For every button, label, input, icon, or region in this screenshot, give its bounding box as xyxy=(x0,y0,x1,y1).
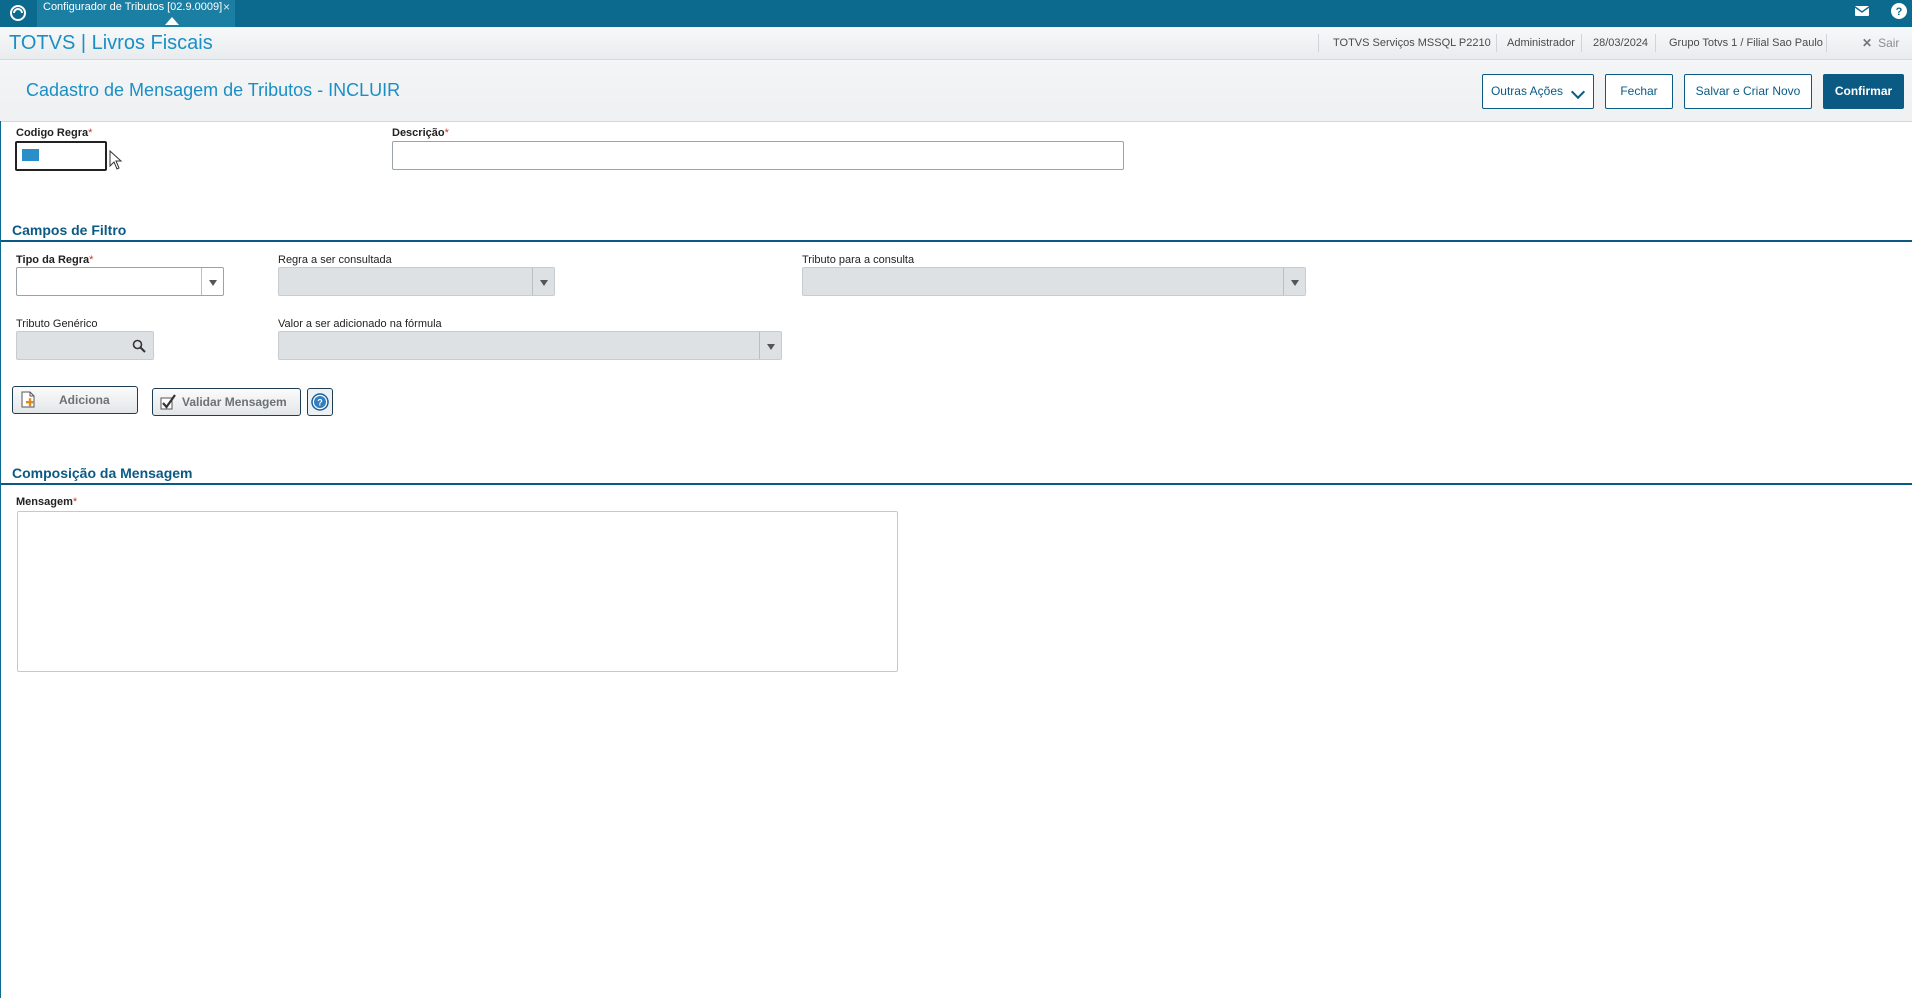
filter-section-title: Campos de Filtro xyxy=(12,222,127,238)
page-title: Cadastro de Mensagem de Tributos - INCLU… xyxy=(26,80,401,100)
chevron-down-icon[interactable] xyxy=(1283,268,1305,295)
check-icon xyxy=(160,394,176,410)
section-divider xyxy=(0,240,1912,242)
mail-icon[interactable] xyxy=(1854,3,1870,19)
required-mark: * xyxy=(89,254,94,266)
required-mark: * xyxy=(72,496,78,508)
logout-label: Sair xyxy=(1878,36,1900,50)
tributo-generico-label: Tributo Genérico xyxy=(16,318,98,330)
other-actions-label: Outras Ações xyxy=(1490,84,1564,98)
text-selection-highlight xyxy=(22,149,39,161)
other-actions-button[interactable]: Outras Ações xyxy=(1482,74,1594,109)
totvs-menu-icon[interactable] xyxy=(8,3,28,23)
confirm-button[interactable]: Confirmar xyxy=(1823,74,1904,109)
codigo-regra-input[interactable] xyxy=(15,141,107,171)
tributo-consulta-select[interactable] xyxy=(802,267,1306,296)
add-document-icon xyxy=(21,391,35,408)
divider xyxy=(1496,34,1497,52)
mensagem-text: Mensagem xyxy=(16,496,73,508)
chevron-down-icon[interactable] xyxy=(201,268,223,295)
branch-label: Grupo Totvs 1 / Filial Sao Paulo xyxy=(1669,37,1823,49)
regra-consultada-label: Regra a ser consultada xyxy=(278,254,392,266)
top-tab-bar: Configurador de Tributos [02.9.0009] × ? xyxy=(0,0,1912,27)
mensagem-textarea[interactable] xyxy=(17,511,898,672)
codigo-regra-label: Codigo Regra* xyxy=(16,127,92,139)
add-button-label: Adiciona xyxy=(59,393,110,407)
required-mark: * xyxy=(88,127,93,139)
composition-section-title: Composição da Mensagem xyxy=(12,465,193,481)
divider xyxy=(1826,34,1827,52)
svg-text:?: ? xyxy=(317,398,323,408)
save-and-new-button[interactable]: Salvar e Criar Novo xyxy=(1684,74,1812,109)
valor-formula-label: Valor a ser adicionado na fórmula xyxy=(278,318,442,330)
environment-label: TOTVS Serviços MSSQL P2210 xyxy=(1333,37,1491,49)
tipo-regra-text: Tipo da Regra xyxy=(16,254,90,266)
mensagem-label: Mensagem* xyxy=(16,496,77,508)
descricao-input[interactable] xyxy=(392,141,1124,170)
chevron-down-icon xyxy=(1570,84,1586,100)
close-button[interactable]: Fechar xyxy=(1605,74,1673,109)
required-mark: * xyxy=(444,127,449,139)
chevron-down-icon[interactable] xyxy=(532,268,554,295)
date-label: 28/03/2024 xyxy=(1593,37,1649,49)
tab-configurador-tributos[interactable]: Configurador de Tributos [02.9.0009] × xyxy=(37,0,235,27)
tributo-generico-input[interactable] xyxy=(16,331,154,360)
mouse-cursor-icon xyxy=(109,150,123,170)
tab-active-caret xyxy=(165,17,179,25)
tab-close-icon[interactable]: × xyxy=(223,0,230,15)
valor-formula-select[interactable] xyxy=(278,331,782,360)
user-label: Administrador xyxy=(1507,37,1575,49)
svg-text:?: ? xyxy=(1896,6,1903,18)
window-border xyxy=(0,121,1,998)
regra-consultada-select[interactable] xyxy=(278,267,555,296)
close-icon: ✕ xyxy=(1862,36,1873,50)
validate-message-label: Validar Mensagem xyxy=(182,395,287,409)
tipo-regra-select[interactable] xyxy=(16,267,224,296)
app-header: TOTVS | Livros Fiscais TOTVS Serviços MS… xyxy=(0,27,1912,60)
section-divider xyxy=(0,483,1912,485)
validate-message-button[interactable]: Validar Mensagem xyxy=(152,388,301,416)
app-brand: TOTVS | Livros Fiscais xyxy=(9,32,213,54)
chevron-down-icon[interactable] xyxy=(759,332,781,359)
help-icon[interactable]: ? xyxy=(1890,2,1908,20)
divider xyxy=(1581,34,1582,52)
tributo-consulta-label: Tributo para a consulta xyxy=(802,254,915,266)
help-button[interactable]: ? xyxy=(307,388,333,416)
help-icon: ? xyxy=(311,393,329,411)
add-button[interactable]: Adiciona xyxy=(12,386,138,414)
tipo-regra-label: Tipo da Regra* xyxy=(16,254,93,266)
search-icon[interactable] xyxy=(132,339,146,353)
page-title-bar: Cadastro de Mensagem de Tributos - INCLU… xyxy=(0,60,1912,122)
logout-button[interactable]: ✕ Sair xyxy=(1862,36,1899,50)
descricao-text: Descrição xyxy=(392,127,445,139)
descricao-label: Descrição* xyxy=(392,127,449,139)
divider xyxy=(1318,34,1319,52)
codigo-regra-text: Codigo Regra xyxy=(16,127,89,139)
divider xyxy=(1655,34,1656,52)
tab-label: Configurador de Tributos [02.9.0009] xyxy=(43,1,223,13)
